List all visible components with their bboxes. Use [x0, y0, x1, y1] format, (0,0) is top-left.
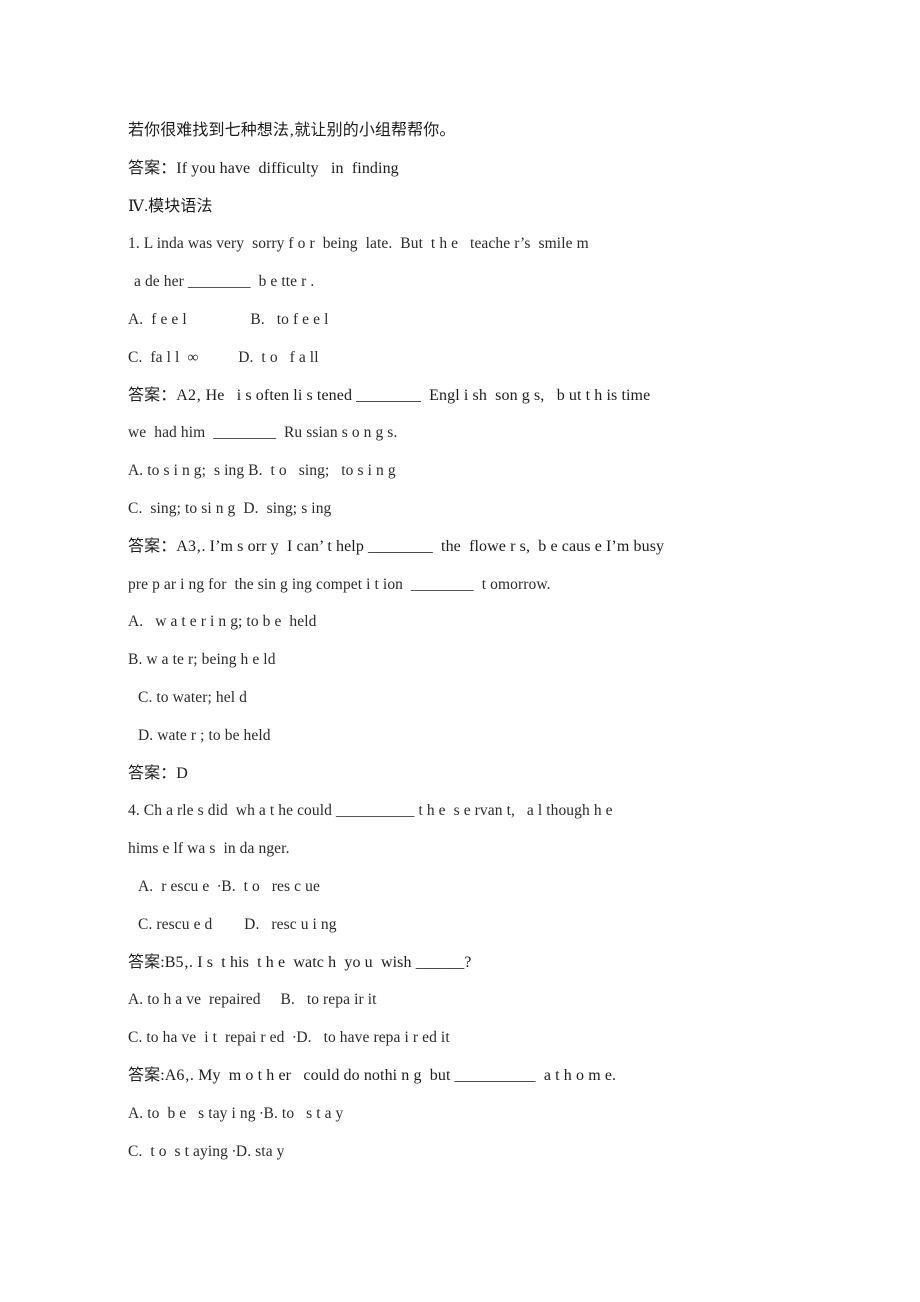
question-5-options-ab: A. to h a ve repaired B. to repa ir it [128, 991, 377, 1009]
answer-5-question-6-line-1: 答案:A6‚. My m o t h er could do nothi n g… [128, 1066, 617, 1084]
answer-4-question-5-line-1: 答案:B5‚. I s t his t h e watc h yo u wish… [128, 953, 472, 971]
question-1-options-cd: C. fa l l ∞ D. t o f a ll [128, 348, 319, 366]
answer-3: 答案：D [128, 764, 188, 782]
question-4-options-ab: A. r escu e ∙B. t o res c ue [138, 877, 320, 895]
question-2-options-cd: C. sing; to si n g D. sing; s ing [128, 499, 332, 517]
question-4-options-cd: C. rescu e d D. resc u i ng [138, 915, 337, 933]
answer-2-question-3-line-1: 答案：A3‚. I’m s orr y I can’ t help ______… [128, 537, 665, 555]
answer-1-question-2-line-1: 答案：A2‚ He i s often li s tened ________ … [128, 386, 651, 404]
question-6-options-cd: C. t o s t aying ∙D. sta y [128, 1142, 285, 1160]
document-text-body: 若你很难找到七种想法‚就让别的小组帮帮你。 答案：If you have dif… [128, 112, 828, 1170]
question-3-option-d: D. wate r ; to be held [138, 726, 271, 744]
question-2-line-2: we had him ________ Ru ssian s o n g s. [128, 424, 398, 442]
text-line: 若你很难找到七种想法‚就让别的小组帮帮你。 [128, 122, 456, 139]
question-6-options-ab: A. to b e s tay i ng ∙B. to s t a y [128, 1104, 344, 1122]
question-4-line-2: hims e lf wa s in da nger. [128, 840, 290, 858]
question-2-options-ab: A. to s i n g; s ing B. t o sing; to s i… [128, 462, 396, 480]
question-1-line-2: a de her ________ b e tte r . [134, 273, 315, 291]
question-5-options-cd: C. to ha ve i t repai r ed ∙D. to have r… [128, 1029, 450, 1047]
question-1-line-1: 1. L inda was very sorry f o r being lat… [128, 235, 589, 253]
text-line-answer: 答案：If you have difficulty in finding [128, 159, 399, 177]
document-page: 若你很难找到七种想法‚就让别的小组帮帮你。 答案：If you have dif… [0, 0, 920, 1302]
question-3-line-2: pre p ar i ng for the sin g ing compet i… [128, 575, 551, 593]
question-3-option-a: A. w a t e r i n g; to b e held [128, 613, 317, 631]
question-3-option-c: C. to water; hel d [138, 688, 247, 706]
question-1-options-ab: A. f e e l B. to f e e l [128, 310, 329, 328]
question-3-option-b: B. w a te r; being h e ld [128, 651, 276, 669]
section-heading-grammar: Ⅳ.模块语法 [128, 197, 213, 215]
question-4-line-1: 4. Ch a rle s did wh a t he could ______… [128, 802, 613, 820]
